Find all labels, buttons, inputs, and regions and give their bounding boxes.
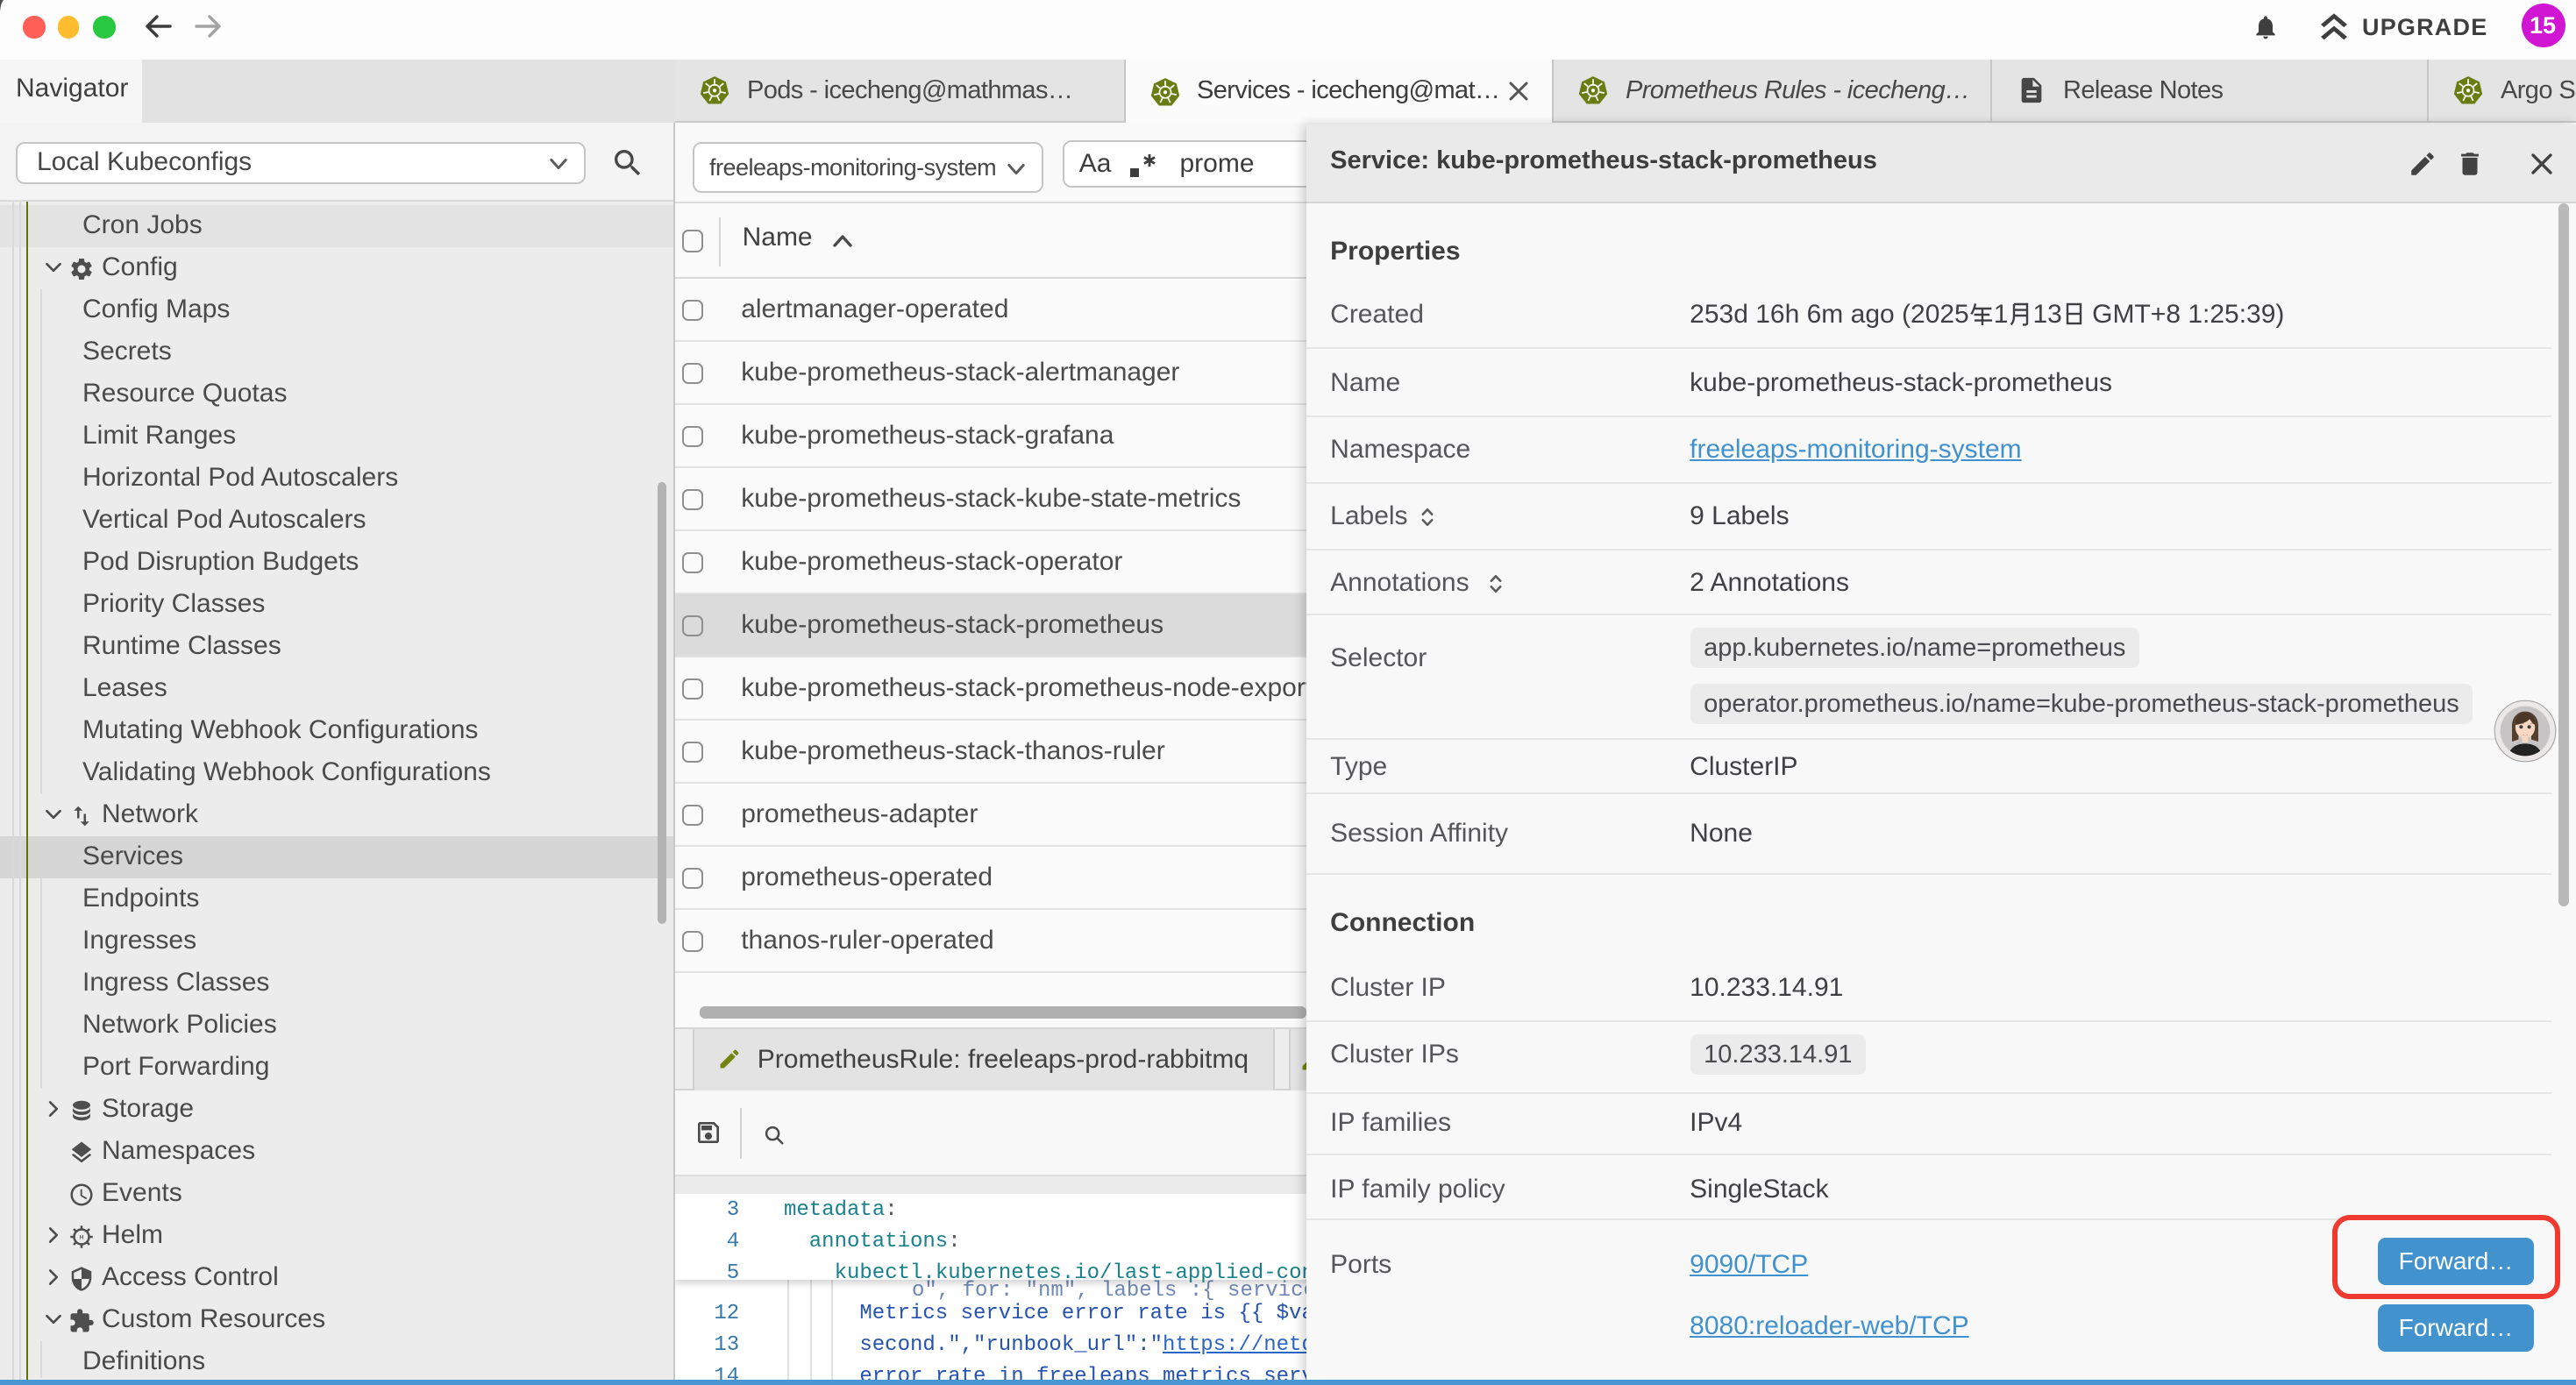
svg-text:H: H	[80, 1233, 84, 1239]
